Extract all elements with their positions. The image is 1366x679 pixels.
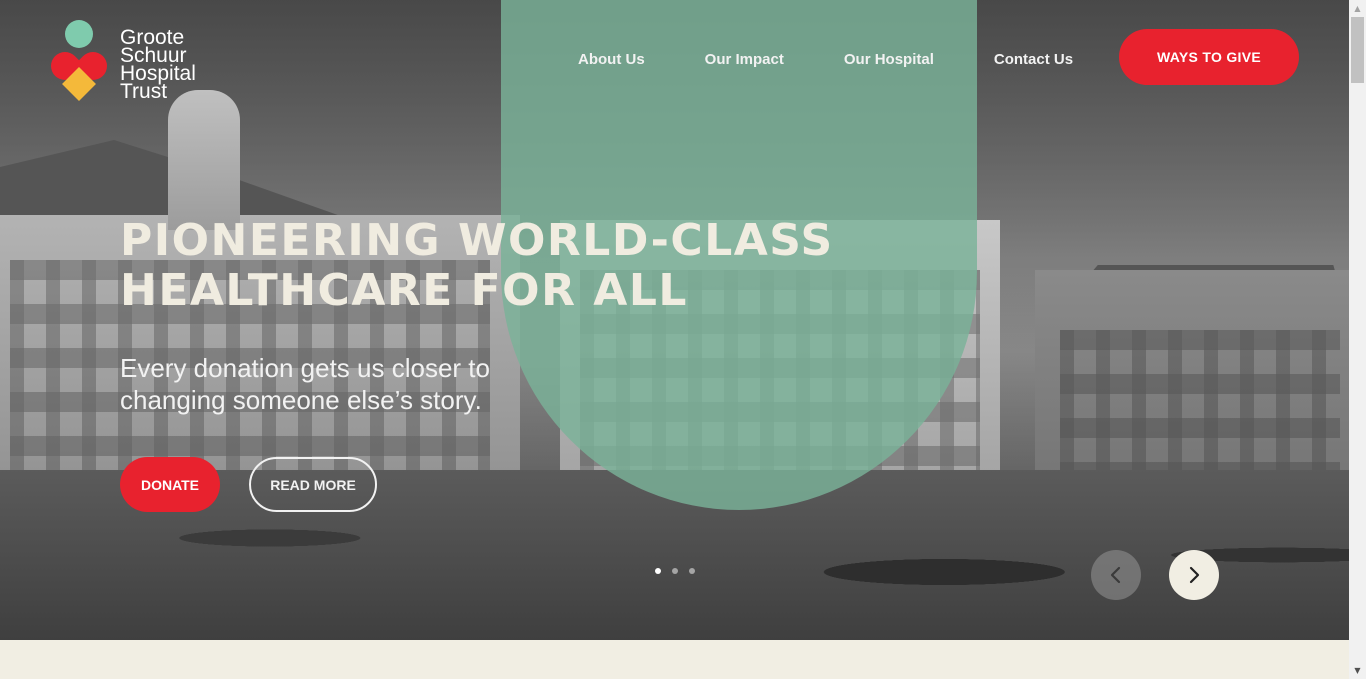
slider-dots: [655, 568, 695, 574]
ways-to-give-button[interactable]: WAYS TO GIVE: [1119, 29, 1299, 85]
subheading-line: changing someone else’s story.: [120, 385, 482, 415]
hero-banner: Groote Schuur Hospital Trust About Us Ou…: [0, 0, 1349, 640]
logo-line: Trust: [120, 80, 168, 103]
scroll-up-arrow-icon[interactable]: ▲: [1349, 0, 1366, 17]
slider-dot[interactable]: [689, 568, 695, 574]
slider-next-button[interactable]: [1169, 550, 1219, 600]
logo-wordmark: Groote Schuur Hospital Trust: [120, 27, 196, 103]
read-more-button[interactable]: READ MORE: [249, 457, 377, 512]
logo-icon: [45, 20, 113, 102]
donate-button[interactable]: DONATE: [120, 457, 220, 512]
chevron-right-icon: [1189, 566, 1200, 584]
hero-subheading: Every donation gets us closer to changin…: [120, 352, 490, 416]
scroll-thumb[interactable]: [1351, 17, 1364, 83]
page: Groote Schuur Hospital Trust About Us Ou…: [0, 0, 1366, 679]
headline-line: PIONEERING WORLD-CLASS: [120, 215, 834, 266]
headline-line: HEALTHCARE FOR ALL: [120, 265, 688, 316]
site-logo[interactable]: Groote Schuur Hospital Trust: [45, 20, 196, 103]
slider-dot[interactable]: [672, 568, 678, 574]
page-scrollbar[interactable]: ▲ ▼: [1349, 0, 1366, 679]
chevron-left-icon: [1110, 566, 1121, 584]
subheading-line: Every donation gets us closer to: [120, 353, 490, 383]
scroll-down-arrow-icon[interactable]: ▼: [1349, 662, 1366, 679]
hero-headline: PIONEERING WORLD-CLASS HEALTHCARE FOR AL…: [120, 216, 834, 316]
nav-item-about-us[interactable]: About Us: [578, 50, 645, 70]
slider-dot[interactable]: [655, 568, 661, 574]
slider-prev-button[interactable]: [1091, 550, 1141, 600]
background-tower: [168, 90, 240, 230]
main-nav: About Us Our Impact Our Hospital Contact…: [578, 50, 1073, 70]
nav-item-contact-us[interactable]: Contact Us: [994, 50, 1073, 70]
nav-item-our-hospital[interactable]: Our Hospital: [844, 50, 934, 70]
nav-item-our-impact[interactable]: Our Impact: [705, 50, 784, 70]
